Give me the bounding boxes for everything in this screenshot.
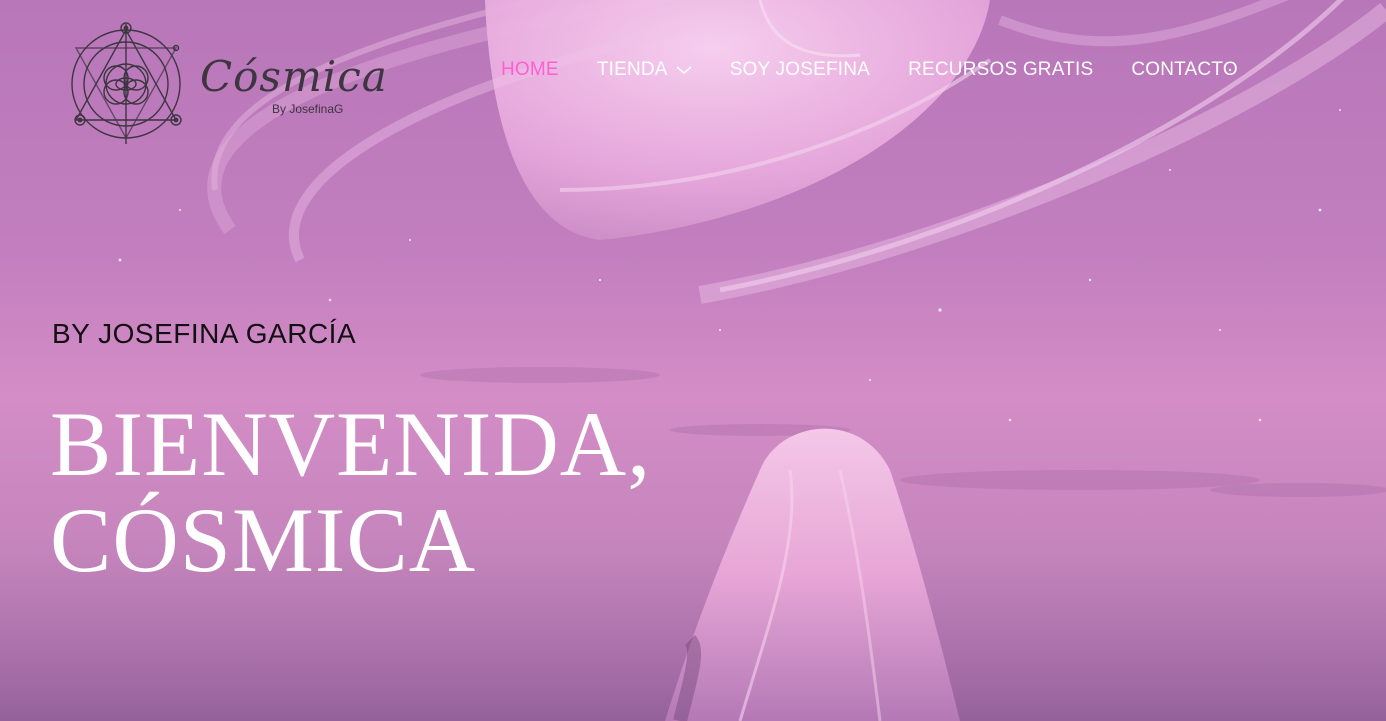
sacred-geometry-logo-icon [71,22,182,144]
nav-item-label: HOME [501,59,559,80]
nav-item-recursos-gratis[interactable]: RECURSOS GRATIS [908,59,1093,81]
hero-eyebrow: BY JOSEFINA GARCÍA [52,318,357,349]
hero-section: Cósmica By JosefinaG HOME TIENDA SOY JOS… [0,0,1386,721]
main-navigation: HOME TIENDA SOY JOSEFINA RECURSOS GRATIS… [501,58,1238,82]
nav-item-soy-josefina[interactable]: SOY JOSEFINA [730,59,870,81]
hero-headline-line2: CÓSMICA [50,489,477,591]
nav-item-label: TIENDA [596,59,668,80]
nav-item-contacto[interactable]: CONTACTO [1131,59,1237,81]
nav-item-label: SOY JOSEFINA [729,59,871,80]
hero-headline-line1: BIENVENIDA, [50,393,652,495]
site-logo[interactable]: Cósmica By JosefinaG [68,20,387,150]
hero-headline: BIENVENIDA, CÓSMICA [50,396,651,588]
nav-item-label: RECURSOS GRATIS [908,59,1094,80]
logo-byline: By JosefinaG [272,102,344,116]
nav-item-home[interactable]: HOME [501,59,559,81]
logo-wordmark: Cósmica [200,52,388,101]
nav-item-label: CONTACTO [1131,59,1238,80]
chevron-down-icon [676,66,692,75]
nav-item-tienda[interactable]: TIENDA [597,59,692,81]
